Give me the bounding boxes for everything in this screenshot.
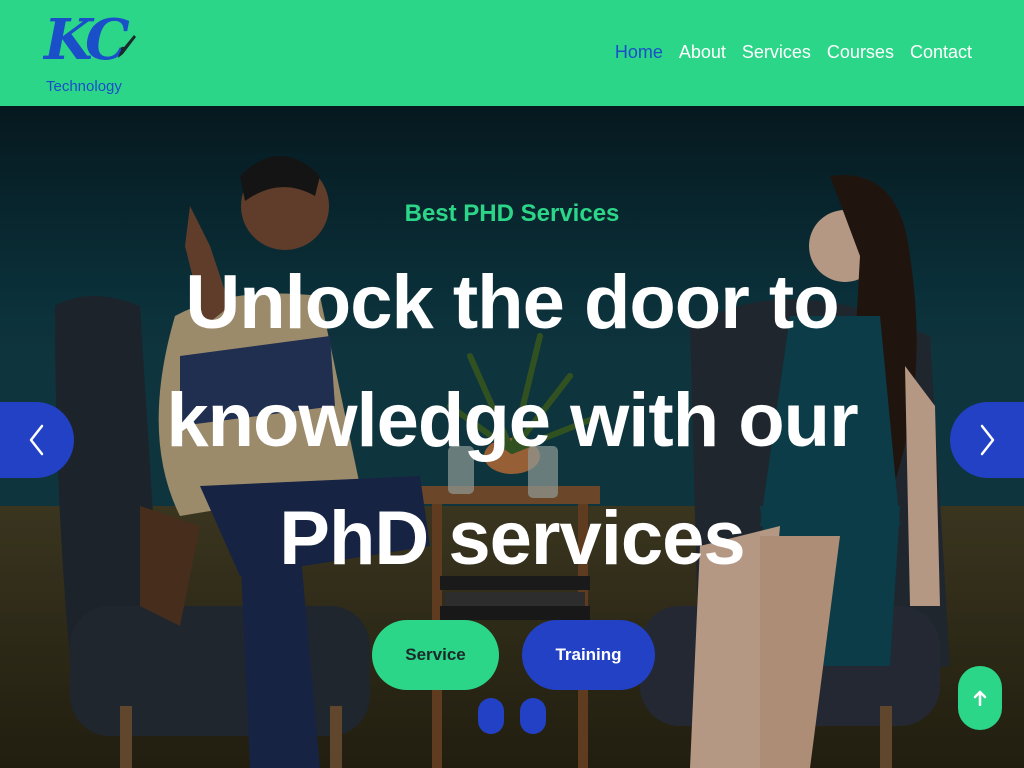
- carousel-prev-button[interactable]: [0, 402, 74, 478]
- carousel-dot-1[interactable]: [478, 698, 504, 734]
- logo-subtext: Technology: [46, 78, 122, 95]
- nav-item-home[interactable]: Home: [615, 40, 663, 64]
- carousel-dot-2[interactable]: [520, 698, 546, 734]
- main-nav: Home About Services Courses Contact: [615, 40, 972, 64]
- nav-item-about[interactable]: About: [679, 40, 726, 64]
- logo-mark: KC: [44, 7, 130, 73]
- chevron-left-icon: [29, 424, 44, 456]
- hero-content: Best PHD Services Unlock the door to kno…: [0, 106, 1024, 768]
- back-to-top-button[interactable]: [958, 666, 1002, 730]
- site-header: KC Technology Home About Services Course…: [0, 0, 1024, 106]
- nav-item-contact[interactable]: Contact: [910, 40, 972, 64]
- carousel-indicators: [478, 698, 546, 734]
- nav-item-services[interactable]: Services: [742, 40, 811, 64]
- chevron-right-icon: [980, 424, 995, 456]
- training-button[interactable]: Training: [522, 620, 655, 690]
- service-button[interactable]: Service: [372, 620, 499, 690]
- carousel-next-button[interactable]: [950, 402, 1024, 478]
- hero-carousel: Best PHD Services Unlock the door to kno…: [0, 106, 1024, 768]
- pen-icon: [118, 35, 136, 58]
- hero-title: Unlock the door to knowledge with our Ph…: [166, 260, 858, 581]
- hero-subtitle: Best PHD Services: [404, 200, 620, 227]
- logo[interactable]: KC Technology: [44, 4, 144, 100]
- nav-item-courses[interactable]: Courses: [827, 40, 894, 64]
- arrow-up-icon: [973, 690, 987, 706]
